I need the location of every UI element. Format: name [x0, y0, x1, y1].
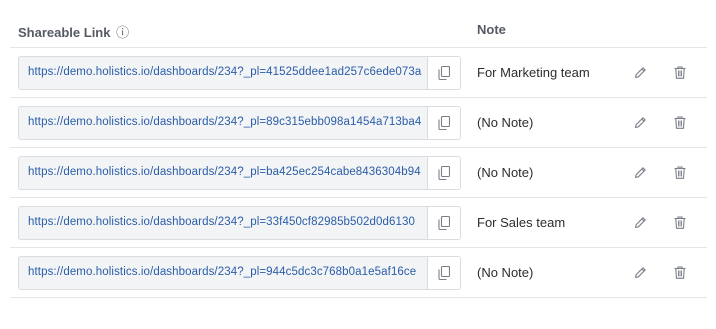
table-row: https://demo.holistics.io/dashboards/234… — [10, 48, 707, 98]
link-field[interactable]: https://demo.holistics.io/dashboards/234… — [18, 156, 461, 190]
table-header: Shareable Link ⓘ Note — [10, 0, 707, 48]
pencil-icon — [634, 216, 647, 229]
shareable-link-url[interactable]: https://demo.holistics.io/dashboards/234… — [28, 266, 423, 278]
note-text: For Sales team — [477, 215, 566, 230]
delete-link-button[interactable] — [670, 262, 690, 282]
trash-icon — [674, 65, 686, 79]
copy-link-button[interactable] — [427, 57, 460, 89]
copy-link-button[interactable] — [427, 257, 460, 289]
delete-link-button[interactable] — [670, 62, 690, 82]
table-row: https://demo.holistics.io/dashboards/234… — [10, 98, 707, 148]
link-field[interactable]: https://demo.holistics.io/dashboards/234… — [18, 206, 461, 240]
note-text: (No Note) — [477, 265, 534, 280]
copy-icon — [438, 166, 450, 180]
pencil-icon — [634, 116, 647, 129]
pencil-icon — [634, 66, 647, 79]
copy-link-button[interactable] — [427, 157, 460, 189]
note-text: For Marketing team — [477, 65, 590, 80]
edit-note-button[interactable] — [630, 112, 650, 132]
copy-icon — [438, 66, 450, 80]
note-text: (No Note) — [477, 115, 534, 130]
trash-icon — [674, 115, 686, 129]
delete-link-button[interactable] — [670, 212, 690, 232]
copy-icon — [438, 216, 450, 230]
delete-link-button[interactable] — [670, 112, 690, 132]
shareable-link-header-label: Shareable Link — [18, 25, 111, 40]
info-icon[interactable]: ⓘ — [116, 25, 129, 40]
trash-icon — [674, 165, 686, 179]
link-field[interactable]: https://demo.holistics.io/dashboards/234… — [18, 256, 461, 290]
edit-note-button[interactable] — [630, 162, 650, 182]
pencil-icon — [634, 266, 647, 279]
shareable-link-url[interactable]: https://demo.holistics.io/dashboards/234… — [28, 166, 423, 178]
shareable-link-header: Shareable Link ⓘ — [18, 22, 129, 41]
pencil-icon — [634, 166, 647, 179]
shareable-links-table: Shareable Link ⓘ Note https://demo.holis… — [0, 0, 716, 329]
link-field[interactable]: https://demo.holistics.io/dashboards/234… — [18, 106, 461, 140]
delete-link-button[interactable] — [670, 162, 690, 182]
table-row: https://demo.holistics.io/dashboards/234… — [10, 248, 707, 298]
link-field[interactable]: https://demo.holistics.io/dashboards/234… — [18, 56, 461, 90]
copy-link-button[interactable] — [427, 107, 460, 139]
shareable-link-url[interactable]: https://demo.holistics.io/dashboards/234… — [28, 216, 423, 228]
shareable-link-url[interactable]: https://demo.holistics.io/dashboards/234… — [28, 116, 423, 128]
edit-note-button[interactable] — [630, 262, 650, 282]
copy-link-button[interactable] — [427, 207, 460, 239]
edit-note-button[interactable] — [630, 212, 650, 232]
shareable-link-url[interactable]: https://demo.holistics.io/dashboards/234… — [28, 66, 423, 78]
table-row: https://demo.holistics.io/dashboards/234… — [10, 148, 707, 198]
table-row: https://demo.holistics.io/dashboards/234… — [10, 198, 707, 248]
copy-icon — [438, 116, 450, 130]
copy-icon — [438, 266, 450, 280]
note-header: Note — [477, 22, 506, 37]
edit-note-button[interactable] — [630, 62, 650, 82]
note-text: (No Note) — [477, 165, 534, 180]
trash-icon — [674, 265, 686, 279]
trash-icon — [674, 215, 686, 229]
